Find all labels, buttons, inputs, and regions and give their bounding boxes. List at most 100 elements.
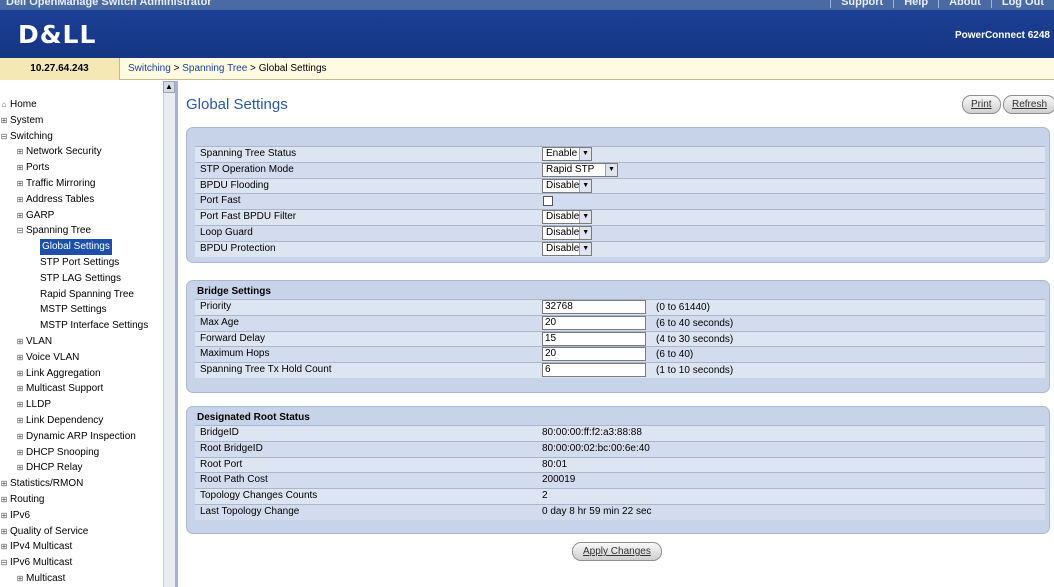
expand-icon[interactable]: ⊞ bbox=[16, 144, 24, 160]
port-fast-checkbox[interactable] bbox=[543, 196, 553, 207]
expand-icon[interactable]: ⊞ bbox=[0, 539, 8, 555]
loop-guard-select[interactable]: Disable ▼ bbox=[542, 226, 592, 240]
collapse-icon[interactable]: ⊟ bbox=[16, 223, 24, 239]
sidebar-item-stp-lag-settings[interactable]: STP LAG Settings bbox=[0, 271, 166, 287]
sidebar-item-quality-of-service[interactable]: ⊞ Quality of Service bbox=[0, 524, 166, 540]
expand-icon[interactable]: ⊞ bbox=[16, 397, 24, 413]
maximum-hops-input[interactable]: 20 bbox=[542, 347, 646, 362]
sidebar-scrollbar[interactable]: ▲ bbox=[163, 81, 175, 587]
sidebar-item-ipv6-multicast[interactable]: ⊟ IPv6 Multicast bbox=[0, 555, 166, 571]
spanning-tree-status-select[interactable]: Enable ▼ bbox=[542, 147, 592, 161]
breadcrumb-switching[interactable]: Switching bbox=[128, 63, 171, 74]
bridge-row-priority: Priority 32768 (0 to 61440) bbox=[195, 299, 1045, 315]
sidebar-item-global-settings[interactable]: Global Settings bbox=[0, 239, 166, 255]
collapse-icon[interactable]: ⊟ bbox=[0, 129, 8, 145]
forward-delay-input[interactable]: 15 bbox=[542, 331, 646, 346]
about-link[interactable]: About bbox=[938, 0, 991, 8]
sidebar-item-lldp[interactable]: ⊞ LLDP bbox=[0, 397, 166, 413]
sidebar-item-network-security[interactable]: ⊞ Network Security bbox=[0, 144, 166, 160]
sidebar-item-label: Switching bbox=[10, 130, 53, 142]
expand-icon[interactable]: ⊞ bbox=[16, 429, 24, 445]
sidebar-item-traffic-mirroring[interactable]: ⊞ Traffic Mirroring bbox=[0, 176, 166, 192]
sidebar-item-switching[interactable]: ⊟ Switching bbox=[0, 129, 166, 145]
max-age-input[interactable]: 20 bbox=[542, 315, 646, 330]
expand-icon[interactable]: ⊞ bbox=[16, 350, 24, 366]
collapse-icon[interactable]: ⊟ bbox=[0, 555, 8, 571]
apply-changes-button[interactable]: Apply Changes bbox=[572, 542, 662, 561]
chevron-down-icon[interactable]: ▼ bbox=[579, 211, 591, 224]
support-link[interactable]: Support bbox=[830, 0, 893, 8]
sidebar-item-label: Home bbox=[10, 99, 37, 110]
expand-icon[interactable]: ⊞ bbox=[16, 208, 24, 224]
setting-label: BPDU Flooding bbox=[200, 179, 269, 191]
chevron-down-icon[interactable]: ▼ bbox=[579, 179, 591, 192]
select-value: Rapid STP bbox=[546, 163, 595, 175]
sidebar-item-routing[interactable]: ⊞ Routing bbox=[0, 492, 166, 508]
range-hint: (6 to 40) bbox=[656, 349, 694, 361]
sidebar-item-voice-vlan[interactable]: ⊞ Voice VLAN bbox=[0, 350, 166, 366]
spanning-tree-tx-hold-count-input[interactable]: 6 bbox=[542, 363, 646, 378]
expand-icon[interactable]: ⊞ bbox=[16, 176, 24, 192]
expand-icon[interactable]: ⊞ bbox=[16, 571, 24, 587]
expand-icon[interactable]: ⊞ bbox=[0, 476, 8, 492]
sidebar-item-dhcp-snooping[interactable]: ⊞ DHCP Snooping bbox=[0, 445, 166, 461]
sidebar-item-spanning-tree[interactable]: ⊟ Spanning Tree bbox=[0, 223, 166, 239]
refresh-button[interactable]: Refresh bbox=[1003, 95, 1054, 114]
expand-icon[interactable]: ⊞ bbox=[16, 413, 24, 429]
chevron-down-icon[interactable]: ▼ bbox=[579, 227, 591, 239]
sidebar-item-label: VLAN bbox=[26, 335, 53, 347]
help-link[interactable]: Help bbox=[893, 0, 938, 8]
chevron-down-icon[interactable]: ▼ bbox=[605, 163, 617, 176]
chevron-down-icon[interactable]: ▼ bbox=[579, 148, 591, 160]
expand-icon[interactable]: ⊞ bbox=[16, 192, 24, 208]
sidebar-item-ipv4-multicast[interactable]: ⊞ IPv4 Multicast bbox=[0, 539, 166, 555]
expand-icon[interactable]: ⊞ bbox=[16, 460, 24, 476]
expand-icon[interactable]: ⊞ bbox=[0, 524, 8, 540]
expand-icon[interactable]: ⊞ bbox=[0, 508, 8, 524]
sidebar-item-ipv6[interactable]: ⊞ IPv6 bbox=[0, 508, 166, 524]
sidebar-item-home[interactable]: ⌂ Home bbox=[0, 97, 166, 113]
print-button[interactable]: Print bbox=[962, 95, 1001, 114]
sidebar-item-stp-port-settings[interactable]: STP Port Settings bbox=[0, 255, 166, 271]
sidebar-item-address-tables[interactable]: ⊞ Address Tables bbox=[0, 192, 166, 208]
bpdu-flooding-select[interactable]: Disable ▼ bbox=[542, 178, 592, 193]
sidebar-item-rapid-spanning-tree[interactable]: Rapid Spanning Tree bbox=[0, 287, 166, 303]
sidebar-item-system[interactable]: ⊞ System bbox=[0, 113, 166, 129]
sidebar-item-link-aggregation[interactable]: ⊞ Link Aggregation bbox=[0, 366, 166, 382]
sidebar-item-multicast[interactable]: ⊞ Multicast bbox=[0, 571, 166, 587]
range-hint: (1 to 10 seconds) bbox=[656, 365, 734, 377]
sidebar-item-mstp-interface-settings[interactable]: MSTP Interface Settings bbox=[0, 318, 166, 334]
scroll-up-icon[interactable]: ▲ bbox=[163, 81, 175, 93]
expand-icon[interactable]: ⊞ bbox=[0, 113, 8, 129]
expand-icon[interactable]: ⊞ bbox=[16, 381, 24, 397]
sidebar-item-dhcp-relay[interactable]: ⊞ DHCP Relay bbox=[0, 460, 166, 476]
sidebar-item-ports[interactable]: ⊞ Ports bbox=[0, 160, 166, 176]
header: D&LL PowerConnect 6248 bbox=[0, 10, 1054, 58]
home-icon[interactable]: ⌂ bbox=[0, 97, 8, 113]
priority-input[interactable]: 32768 bbox=[542, 300, 646, 314]
chevron-down-icon[interactable]: ▼ bbox=[579, 242, 591, 255]
sidebar-item-statistics-rmon[interactable]: ⊞ Statistics/RMON bbox=[0, 476, 166, 492]
select-value: Disable bbox=[546, 211, 580, 223]
bpdu-protection-select[interactable]: Disable ▼ bbox=[542, 241, 592, 256]
stp-operation-mode-select[interactable]: Rapid STP ▼ bbox=[542, 162, 618, 177]
sidebar-item-label: Quality of Service bbox=[10, 525, 89, 537]
sidebar-item-mstp-settings[interactable]: MSTP Settings bbox=[0, 302, 166, 318]
sidebar-item-label: Routing bbox=[10, 493, 45, 505]
top-menu-bar: Dell OpenManage Switch Administrator Sup… bbox=[0, 0, 1054, 10]
sidebar-item-garp[interactable]: ⊞ GARP bbox=[0, 208, 166, 224]
sidebar-item-multicast-support[interactable]: ⊞ Multicast Support bbox=[0, 381, 166, 397]
root-label: Last Topology Change bbox=[200, 506, 300, 517]
sidebar-item-link-dependency[interactable]: ⊞ Link Dependency bbox=[0, 413, 166, 429]
expand-icon[interactable]: ⊞ bbox=[0, 492, 8, 508]
breadcrumb-spanning-tree[interactable]: Spanning Tree bbox=[182, 63, 247, 74]
expand-icon[interactable]: ⊞ bbox=[16, 445, 24, 461]
logout-link[interactable]: Log Out bbox=[990, 0, 1054, 8]
root-row-root-port: Root Port 80:01 bbox=[195, 456, 1045, 473]
port-fast-bpdu-filter-select[interactable]: Disable ▼ bbox=[542, 210, 592, 225]
sidebar-item-dynamic-arp-inspection[interactable]: ⊞ Dynamic ARP Inspection bbox=[0, 429, 166, 445]
sidebar-item-vlan[interactable]: ⊞ VLAN bbox=[0, 334, 166, 350]
expand-icon[interactable]: ⊞ bbox=[16, 160, 24, 176]
expand-icon[interactable]: ⊞ bbox=[16, 334, 24, 350]
expand-icon[interactable]: ⊞ bbox=[16, 366, 24, 382]
